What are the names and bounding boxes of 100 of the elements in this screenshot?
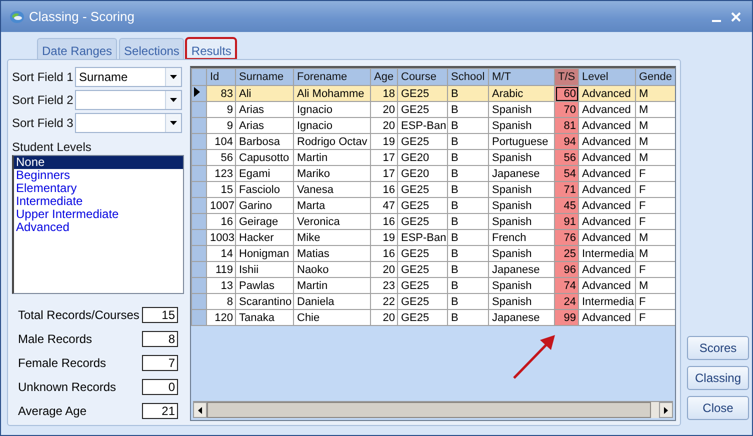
table-cell: 94 (554, 134, 578, 150)
list-item[interactable]: Elementary (14, 182, 183, 195)
stat-value: 7 (142, 355, 178, 371)
column-header[interactable]: Gende (636, 68, 675, 86)
table-cell: Scarantino (236, 294, 294, 310)
stat-label: Female Records (18, 356, 108, 370)
table-cell: Intermedia (578, 246, 636, 262)
table-cell: 45 (554, 198, 578, 214)
table-cell: Vanesa (294, 182, 370, 198)
field-label: Sort Field 1 (12, 70, 74, 84)
stat-value: 15 (142, 307, 178, 323)
table-cell: B (448, 198, 488, 214)
table-cell: F (636, 294, 675, 310)
table-cell: B (448, 294, 488, 310)
table-cell: 15 (206, 182, 236, 198)
column-header[interactable]: Level (578, 68, 636, 86)
table-cell: Spanish (488, 278, 554, 294)
table-cell: 83 (206, 86, 236, 102)
table-cell: GE20 (398, 166, 448, 182)
table-cell: F (636, 214, 675, 230)
action-button[interactable]: Close (687, 396, 749, 420)
action-button[interactable]: Scores (687, 336, 749, 360)
list-item[interactable]: Beginners (14, 169, 183, 182)
table-cell: Marta (294, 198, 370, 214)
table-cell: Advanced (578, 214, 636, 230)
level-list[interactable]: None Beginners Elementary Intermediate Upper Intermediate Advanced (12, 155, 184, 294)
table-cell: 70 (554, 102, 578, 118)
column-header[interactable]: Course (398, 68, 448, 86)
action-button[interactable]: Classing (687, 366, 749, 390)
list-item[interactable]: None (14, 156, 183, 169)
table-cell: 71 (554, 182, 578, 198)
table-cell: Advanced (578, 278, 636, 294)
sort-dropdown[interactable]: Surname (75, 67, 182, 87)
column-header[interactable]: M/T (488, 68, 554, 86)
list-item[interactable]: Upper Intermediate (14, 208, 183, 221)
sort-dropdown[interactable] (75, 113, 182, 133)
table-cell: M (636, 246, 675, 262)
table-cell: B (448, 150, 488, 166)
table-cell: Arias (236, 118, 294, 134)
column-header[interactable]: Id (206, 68, 236, 86)
table-cell: GE25 (398, 102, 448, 118)
list-item[interactable]: Intermediate (14, 195, 183, 208)
table-cell: GE25 (398, 214, 448, 230)
table-cell: GE25 (398, 86, 448, 102)
tab[interactable]: Results (186, 38, 236, 59)
table-cell: 16 (206, 214, 236, 230)
table-cell: 120 (206, 310, 236, 326)
stat-label: Male Records (18, 332, 94, 346)
column-header[interactable]: Forename (294, 68, 370, 86)
column-header[interactable]: Surname (236, 68, 294, 86)
table-cell: Advanced (578, 118, 636, 134)
tab[interactable]: Selections (119, 38, 184, 59)
table-cell: 16 (370, 182, 398, 198)
table-cell: GE25 (398, 310, 448, 326)
table-cell: Advanced (578, 230, 636, 246)
table-cell: Geirage (236, 214, 294, 230)
table-cell: 9 (206, 118, 236, 134)
table-cell: B (448, 182, 488, 198)
table-cell: Advanced (578, 166, 636, 182)
table-cell: M (636, 230, 675, 246)
tab[interactable]: Date Ranges (37, 38, 118, 59)
list-item[interactable]: Advanced (14, 221, 183, 234)
table-cell: 56 (206, 150, 236, 166)
table-cell: 24 (554, 294, 578, 310)
table-cell: ESP-Ban (398, 118, 448, 134)
table-cell: B (448, 118, 488, 134)
table-cell: B (448, 166, 488, 182)
table-cell: GE20 (398, 150, 448, 166)
table-cell: Egami (236, 166, 294, 182)
table-cell: 104 (206, 134, 236, 150)
table-cell: Martin (294, 150, 370, 166)
table-cell: Mariko (294, 166, 370, 182)
column-header[interactable]: T/S (554, 68, 578, 86)
table-cell: B (448, 86, 488, 102)
table-cell: 25 (554, 246, 578, 262)
table-cell: 74 (554, 278, 578, 294)
table-cell: Spanish (488, 198, 554, 214)
table-cell: GE25 (398, 294, 448, 310)
current-row-icon (194, 86, 200, 96)
table-cell: M (636, 134, 675, 150)
table-cell: Ali Mohamme (294, 86, 370, 102)
table-cell: GE25 (398, 262, 448, 278)
column-header[interactable]: School (448, 68, 488, 86)
table-cell: Japanese (488, 262, 554, 278)
sort-dropdown[interactable] (75, 90, 182, 110)
stat-value: 8 (142, 331, 178, 347)
table-cell: Tanaka (236, 310, 294, 326)
field-label: Sort Field 3 (12, 116, 74, 130)
column-header[interactable]: Age (370, 68, 398, 86)
table-cell: F (636, 262, 675, 278)
list-label: Student Levels (12, 140, 92, 154)
table-cell: Ali (236, 86, 294, 102)
table-cell: Intermedia (578, 294, 636, 310)
table-cell: Fasciolo (236, 182, 294, 198)
table-cell: F (636, 198, 675, 214)
table-cell: 81 (554, 118, 578, 134)
table-cell: Advanced (578, 150, 636, 166)
table-cell: M (636, 118, 675, 134)
table-cell: Naoko (294, 262, 370, 278)
table-cell: Rodrigo Octav (294, 134, 370, 150)
